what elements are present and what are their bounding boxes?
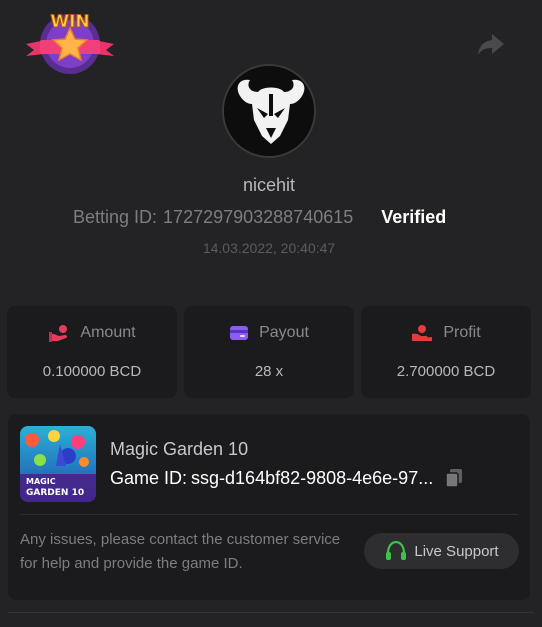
live-support-label: Live Support (414, 542, 499, 560)
bet-datetime: 14.03.2022, 20:40:47 (202, 240, 336, 256)
profit-card: Profit 2.700000 BCD (361, 306, 531, 398)
game-id-row: Game ID: ssg-d164bf82-9808-4e6e-97... (110, 467, 465, 489)
betting-id-label: Betting ID: (73, 206, 158, 227)
profit-value: 2.700000 BCD (396, 363, 496, 380)
headset-icon (386, 540, 407, 560)
username: nicehit (242, 175, 296, 195)
verified-badge: Verified (381, 206, 447, 227)
game-info-panel: MAGIC GARDEN 10 Magic Garden 10 Game ID:… (8, 414, 530, 600)
game-id-value: ssg-d164bf82-9808-4e6e-97... (191, 467, 434, 488)
payout-label: Payout (259, 324, 309, 341)
svg-text:GARDEN 10: GARDEN 10 (26, 488, 84, 498)
betting-id-value: 1727297903288740615 (163, 206, 354, 227)
betting-id-row: Betting ID: 1727297903288740615 Verified (73, 206, 446, 228)
hand-money-icon (412, 325, 433, 341)
bottom-divider (8, 612, 534, 613)
amount-card: Amount 0.100000 BCD (7, 306, 177, 398)
game-id-label: Game ID: (110, 467, 188, 488)
payout-card: Payout 28 x (184, 306, 354, 398)
svg-text:WIN: WIN (50, 12, 89, 32)
support-message: Any issues, please contact the customer … (20, 531, 341, 572)
amount-header: Amount (7, 324, 177, 342)
amount-label: Amount (80, 324, 136, 341)
avatar (222, 64, 316, 158)
svg-text:MAGIC: MAGIC (26, 477, 56, 486)
share-icon[interactable] (476, 30, 506, 58)
wallet-card-icon (230, 326, 249, 340)
profit-label: Profit (443, 324, 481, 341)
divider (20, 514, 518, 515)
payout-value: 28 x (254, 363, 284, 380)
game-name: Magic Garden 10 (110, 439, 249, 459)
win-badge-logo: WIN (24, 10, 116, 76)
live-support-button[interactable]: Live Support (364, 533, 519, 569)
amount-value: 0.100000 BCD (42, 363, 142, 380)
game-thumbnail[interactable]: MAGIC GARDEN 10 (20, 426, 96, 502)
hand-coins-icon (49, 325, 68, 342)
payout-header: Payout (184, 324, 354, 342)
profit-header: Profit (361, 324, 531, 342)
copy-icon[interactable] (443, 467, 465, 489)
